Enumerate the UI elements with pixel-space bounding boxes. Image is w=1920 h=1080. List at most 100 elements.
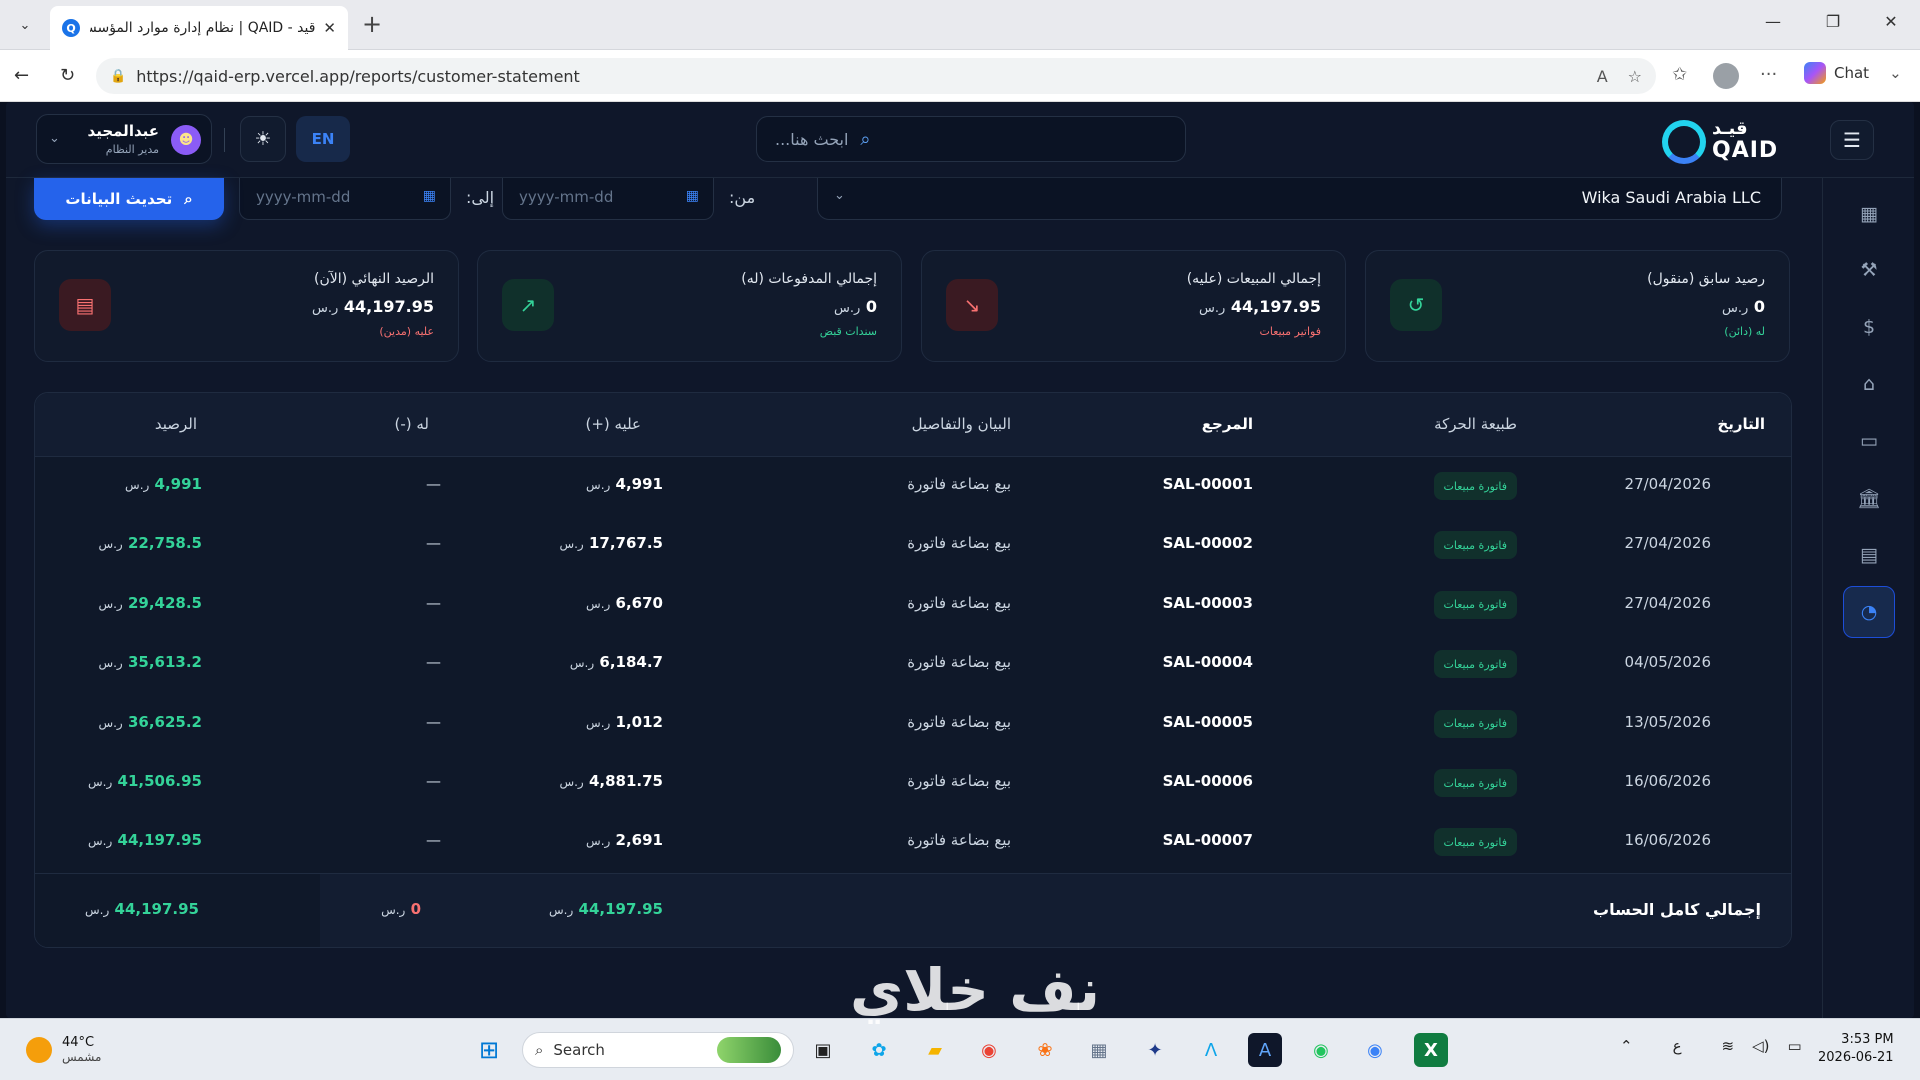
tab-list-chevron-icon[interactable]: ⌄ — [10, 12, 40, 38]
volume-icon[interactable]: ◁) — [1752, 1037, 1769, 1055]
date-placeholder: yyyy-mm-dd — [256, 188, 351, 206]
wifi-icon[interactable]: ≋ — [1722, 1037, 1735, 1055]
theme-toggle-sun-icon[interactable]: ☀ — [240, 116, 286, 162]
search-icon: ⌕ — [184, 190, 193, 208]
table-row: 27/04/2026 فاتورة مبيعات SAL-00002 بيع بضاع… — [35, 516, 1791, 575]
chevron-down-icon[interactable]: ⌄ — [1889, 64, 1902, 82]
row-credit: — — [426, 831, 441, 850]
row-desc: بيع بضاعة فاتورة — [907, 772, 1011, 790]
row-credit: — — [426, 593, 441, 612]
user-role: مدير النظام — [105, 143, 159, 156]
dashboard-grid-icon[interactable]: ▦ — [1847, 192, 1891, 236]
book-icon[interactable]: ▭ — [1847, 419, 1891, 463]
row-balance-value: 44,197.95 — [117, 831, 202, 850]
language-toggle-button[interactable]: EN — [296, 116, 350, 162]
warehouse-icon[interactable]: ⌂ — [1847, 362, 1891, 406]
document-icon[interactable]: ▤ — [1847, 533, 1891, 577]
customer-select[interactable]: Wika Saudi Arabia LLC ⌄ — [817, 178, 1782, 220]
logo-arabic: قيـد — [1712, 118, 1748, 139]
task-view-icon[interactable]: ▣ — [806, 1033, 840, 1067]
dollar-invoice-icon[interactable]: $ — [1847, 305, 1891, 349]
taskbar-search[interactable]: ⌕ Search — [522, 1032, 794, 1068]
tab-title: قيد - QAID | نظام إدارة موارد المؤسسة — [90, 20, 316, 36]
row-debit-value: 6,670 — [615, 593, 663, 612]
more-menu-icon[interactable]: ··· — [1760, 64, 1777, 85]
card-title: إجمالي المدفوعات (له) — [741, 271, 877, 287]
system-tray: ⌃ ع ≋ ◁) ▭ — [1620, 1037, 1802, 1055]
row-debit: 4,991 ر.س — [586, 475, 663, 493]
row-desc: بيع بضاعة فاتورة — [907, 831, 1011, 850]
reload-icon[interactable]: ↻ — [60, 65, 75, 86]
widgets-icon[interactable]: ✿ — [862, 1033, 896, 1067]
to-date-input[interactable]: yyyy-mm-dd ▦ — [239, 178, 451, 220]
row-debit-value: 6,184.7 — [599, 653, 663, 672]
summary-cards: رصيد سابق (منقول) 0 ر.س له (دائن) ↺ إجما… — [34, 250, 1790, 364]
back-icon[interactable]: ← — [14, 65, 29, 86]
close-tab-icon[interactable]: ✕ — [323, 19, 336, 37]
footer-debit: 44,197.95 ر.س — [549, 900, 663, 918]
new-tab-icon[interactable]: + — [362, 12, 382, 36]
hamburger-menu-icon[interactable]: ☰ — [1830, 120, 1874, 160]
statement-filters: Wika Saudi Arabia LLC ⌄ من: yyyy-mm-dd ▦… — [34, 178, 1782, 222]
bank-icon[interactable]: 🏛 — [1847, 476, 1891, 520]
minimize-icon[interactable]: — — [1758, 12, 1788, 31]
calculator-icon[interactable]: ▦ — [1082, 1033, 1116, 1067]
footer-credit-value: 0 — [410, 900, 421, 918]
weather-widget[interactable]: 44°C مشمس — [26, 1035, 101, 1064]
close-window-icon[interactable]: ✕ — [1876, 12, 1906, 31]
profile-avatar-icon[interactable] — [1713, 63, 1739, 89]
row-balance: 29,428.5 ر.س — [98, 594, 202, 612]
row-ref[interactable]: SAL-00003 — [1163, 594, 1253, 612]
app-a-dark-icon[interactable]: A — [1248, 1033, 1282, 1067]
copilot-icon — [1804, 62, 1826, 84]
row-debit-value: 1,012 — [615, 712, 663, 731]
tools-wrench-icon[interactable]: ⚒ — [1847, 248, 1891, 292]
refresh-data-button[interactable]: تحديث البيانات ⌕ — [34, 178, 224, 220]
row-ref[interactable]: SAL-00002 — [1163, 534, 1253, 552]
user-menu[interactable]: ⌄ عبدالمجيد مدير النظام ☻ — [36, 114, 212, 164]
app-a-icon[interactable]: Λ — [1194, 1033, 1228, 1067]
battery-icon[interactable]: ▭ — [1788, 1037, 1802, 1055]
network-tool-icon[interactable]: ✦ — [1138, 1033, 1172, 1067]
reports-pie-icon[interactable]: ◔ — [1843, 586, 1895, 638]
chrome-profile-s-icon[interactable]: ◉ — [1358, 1033, 1392, 1067]
card-final-balance: الرصيد النهائي (الآن) 44,197.95 ر.س عليه… — [34, 250, 459, 362]
row-credit: — — [426, 475, 441, 493]
browser-tab[interactable]: Q قيد - QAID | نظام إدارة موارد المؤسسة … — [50, 6, 348, 50]
row-desc: بيع بضاعة فاتورة — [907, 593, 1011, 612]
row-ref[interactable]: SAL-00004 — [1163, 653, 1253, 671]
table-row: 16/06/2026 فاتورة مبيعات SAL-00007 بيع بضاع… — [35, 813, 1791, 872]
chrome-profile-m-icon[interactable]: ◉ — [1304, 1033, 1338, 1067]
row-desc: بيع بضاعة فاتورة — [907, 712, 1011, 731]
chrome-icon[interactable]: ◉ — [972, 1033, 1006, 1067]
read-aloud-icon[interactable]: A — [1597, 67, 1608, 86]
favorite-star-icon[interactable]: ☆ — [1628, 67, 1642, 86]
clock[interactable]: 3:53 PM 2026-06-21 — [1818, 1031, 1894, 1067]
row-ref[interactable]: SAL-00001 — [1163, 475, 1253, 493]
windows-start-icon[interactable]: ⊞ — [472, 1033, 506, 1067]
row-ref[interactable]: SAL-00006 — [1163, 772, 1253, 790]
row-ref[interactable]: SAL-00005 — [1163, 713, 1253, 731]
excel-icon[interactable]: X — [1414, 1033, 1448, 1067]
row-ref[interactable]: SAL-00007 — [1163, 831, 1253, 849]
trend-up-icon: ↗ — [502, 279, 554, 331]
from-date-input[interactable]: yyyy-mm-dd ▦ — [502, 178, 714, 220]
favorites-icon[interactable]: ✩ — [1672, 64, 1687, 85]
file-explorer-icon[interactable]: ▰ — [918, 1033, 952, 1067]
chevron-down-icon: ⌄ — [49, 131, 60, 146]
header-balance: الرصيد — [154, 415, 197, 433]
row-type-badge: فاتورة مبيعات — [1433, 709, 1517, 738]
card-subtitle: فواتير مبيعات — [1259, 325, 1322, 338]
language-indicator[interactable]: ع — [1673, 1037, 1682, 1055]
paint-icon[interactable]: ❀ — [1028, 1033, 1062, 1067]
row-desc: بيع بضاعة فاتورة — [907, 534, 1011, 553]
chevron-up-icon[interactable]: ⌃ — [1620, 1037, 1633, 1055]
copilot-chat-button[interactable]: Chat ⌄ — [1804, 62, 1902, 84]
row-credit: — — [426, 772, 441, 790]
restore-icon[interactable]: ❐ — [1818, 12, 1848, 31]
table-row: 27/04/2026 فاتورة مبيعات SAL-00003 بيع بضاع… — [35, 576, 1791, 635]
table-row: 27/04/2026 فاتورة مبيعات SAL-00001 بيع بضاع… — [35, 457, 1791, 516]
footer-credit: 0 ر.س — [381, 900, 421, 918]
global-search-input[interactable]: ⌕ ابحث هنا... — [756, 116, 1186, 162]
url-field[interactable]: 🔒 https://qaid-erp.vercel.app/reports/cu… — [96, 58, 1656, 94]
